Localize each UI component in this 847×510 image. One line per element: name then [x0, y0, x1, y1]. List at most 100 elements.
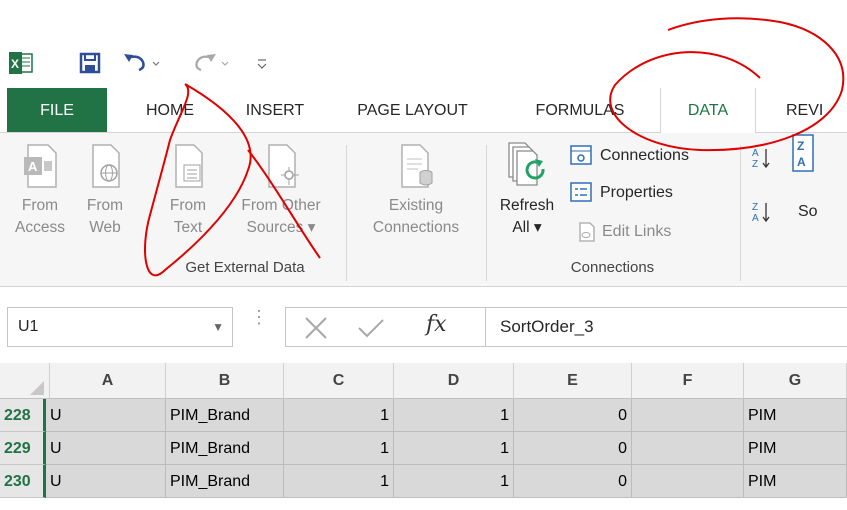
cell[interactable]: 1 [284, 399, 394, 432]
row-header[interactable]: 230 [0, 465, 46, 498]
svg-text:A: A [797, 155, 806, 169]
tab-review[interactable]: REVI [778, 88, 847, 133]
edit-links-button[interactable]: Edit Links [578, 217, 671, 247]
formula-bar-grip-icon[interactable]: ⋮ [250, 308, 268, 326]
cell[interactable]: 1 [394, 465, 514, 498]
cell[interactable]: U [46, 399, 166, 432]
from-web-button[interactable]: From Web [80, 141, 130, 239]
cell[interactable]: U [46, 465, 166, 498]
connections-label: Connections [600, 147, 689, 164]
cell[interactable]: 0 [514, 465, 632, 498]
sort-descending-button[interactable]: ZA [752, 197, 772, 227]
sort-ascending-button[interactable]: AZ [752, 143, 772, 173]
tab-file[interactable]: FILE [7, 88, 107, 132]
existing-connections-icon [401, 144, 433, 188]
refresh-all-button[interactable]: Refresh All ▾ [492, 141, 562, 239]
cell[interactable]: PIM_Brand [166, 432, 284, 465]
column-header-f[interactable]: F [632, 363, 744, 399]
cell[interactable]: U [46, 432, 166, 465]
from-text-label-2: Text [173, 219, 203, 236]
ribbon-data: A From Access From Web From Text From Ot… [0, 133, 847, 287]
formula-buttons: fx [285, 307, 485, 347]
formula-bar: U1 ▼ ⋮ fx SortOrder_3 [0, 287, 847, 363]
from-text-button[interactable]: From Text [158, 141, 218, 239]
from-access-button[interactable]: A From Access [10, 141, 70, 239]
web-icon [92, 144, 120, 188]
svg-text:Z: Z [752, 159, 758, 170]
save-icon[interactable] [77, 48, 103, 78]
cell[interactable]: 1 [284, 432, 394, 465]
from-access-label-1: From [21, 197, 59, 214]
edit-links-label: Edit Links [602, 223, 672, 240]
ribbon-tabs: FILE HOME INSERT PAGE LAYOUT FORMULAS DA… [0, 88, 847, 134]
svg-text:A: A [28, 159, 38, 174]
cell[interactable] [632, 399, 744, 432]
column-header-a[interactable]: A [50, 363, 166, 399]
svg-text:A: A [752, 213, 759, 224]
sort-dialog-icon: ZA [792, 134, 814, 172]
from-other-sources-button[interactable]: From Other Sources ▾ [226, 141, 336, 239]
redo-icon[interactable] [190, 48, 232, 78]
enter-check-icon[interactable] [356, 316, 386, 340]
cell[interactable] [632, 432, 744, 465]
connections-group-label: Connections [570, 259, 655, 276]
from-access-label-2: Access [15, 219, 65, 236]
from-web-label-2: Web [89, 219, 121, 236]
excel-window: X FILE HOME INSERT PAGE LAYOUT FORMULAS … [0, 0, 847, 510]
name-box[interactable]: U1 ▼ [7, 307, 233, 347]
cell[interactable]: 1 [284, 465, 394, 498]
from-text-label-1: From [169, 197, 207, 214]
get-external-data-group-label: Get External Data [185, 259, 305, 276]
cell[interactable]: PIM [744, 465, 847, 498]
tab-home[interactable]: HOME [130, 88, 210, 133]
tab-formulas[interactable]: FORMULAS [520, 88, 640, 133]
cell[interactable]: 1 [394, 432, 514, 465]
access-icon: A [24, 144, 57, 188]
properties-label: Properties [600, 184, 673, 201]
tab-data[interactable]: DATA [660, 88, 756, 134]
text-file-icon [175, 144, 203, 188]
formula-input[interactable]: SortOrder_3 [485, 307, 847, 347]
cell[interactable]: PIM [744, 432, 847, 465]
column-header-b[interactable]: B [166, 363, 284, 399]
sort-button[interactable]: So [798, 197, 818, 227]
other-sources-icon [268, 144, 299, 188]
row-header[interactable]: 229 [0, 432, 46, 465]
cell[interactable]: 0 [514, 399, 632, 432]
column-header-g[interactable]: G [744, 363, 847, 399]
cell[interactable] [632, 465, 744, 498]
edit-links-icon [579, 222, 595, 242]
from-other-label-1: From Other [241, 197, 321, 214]
sort-icon-large[interactable]: ZA [792, 134, 816, 172]
sort-label: So [798, 203, 818, 220]
cell[interactable]: PIM [744, 399, 847, 432]
cell[interactable]: PIM_Brand [166, 399, 284, 432]
column-header-c[interactable]: C [284, 363, 394, 399]
undo-icon[interactable] [120, 48, 162, 78]
quick-access-toolbar: X [0, 48, 847, 78]
customize-qat-icon[interactable] [254, 48, 270, 78]
tab-page-layout[interactable]: PAGE LAYOUT [340, 88, 485, 133]
properties-icon [570, 182, 592, 202]
from-other-label-2: Sources ▾ [246, 219, 316, 236]
properties-button[interactable]: Properties [570, 178, 673, 208]
existing-connections-label-1: Existing [388, 197, 444, 214]
svg-text:Z: Z [752, 202, 758, 213]
connections-button[interactable]: Connections [570, 141, 689, 171]
refresh-label-2: All ▾ [512, 219, 542, 236]
chevron-down-icon[interactable]: ▼ [212, 308, 224, 346]
column-header-d[interactable]: D [394, 363, 514, 399]
svg-text:Z: Z [797, 139, 804, 153]
tab-insert[interactable]: INSERT [235, 88, 315, 133]
group-separator [740, 145, 741, 281]
row-header[interactable]: 228 [0, 399, 46, 432]
cell[interactable]: PIM_Brand [166, 465, 284, 498]
cell[interactable]: 1 [394, 399, 514, 432]
existing-connections-button[interactable]: Existing Connections [356, 141, 476, 239]
select-all-corner[interactable] [0, 363, 50, 399]
cell[interactable]: 0 [514, 432, 632, 465]
column-header-e[interactable]: E [514, 363, 632, 399]
insert-function-icon[interactable]: fx [426, 312, 447, 337]
cancel-icon[interactable] [302, 316, 330, 340]
existing-connections-label-2: Connections [372, 219, 460, 236]
